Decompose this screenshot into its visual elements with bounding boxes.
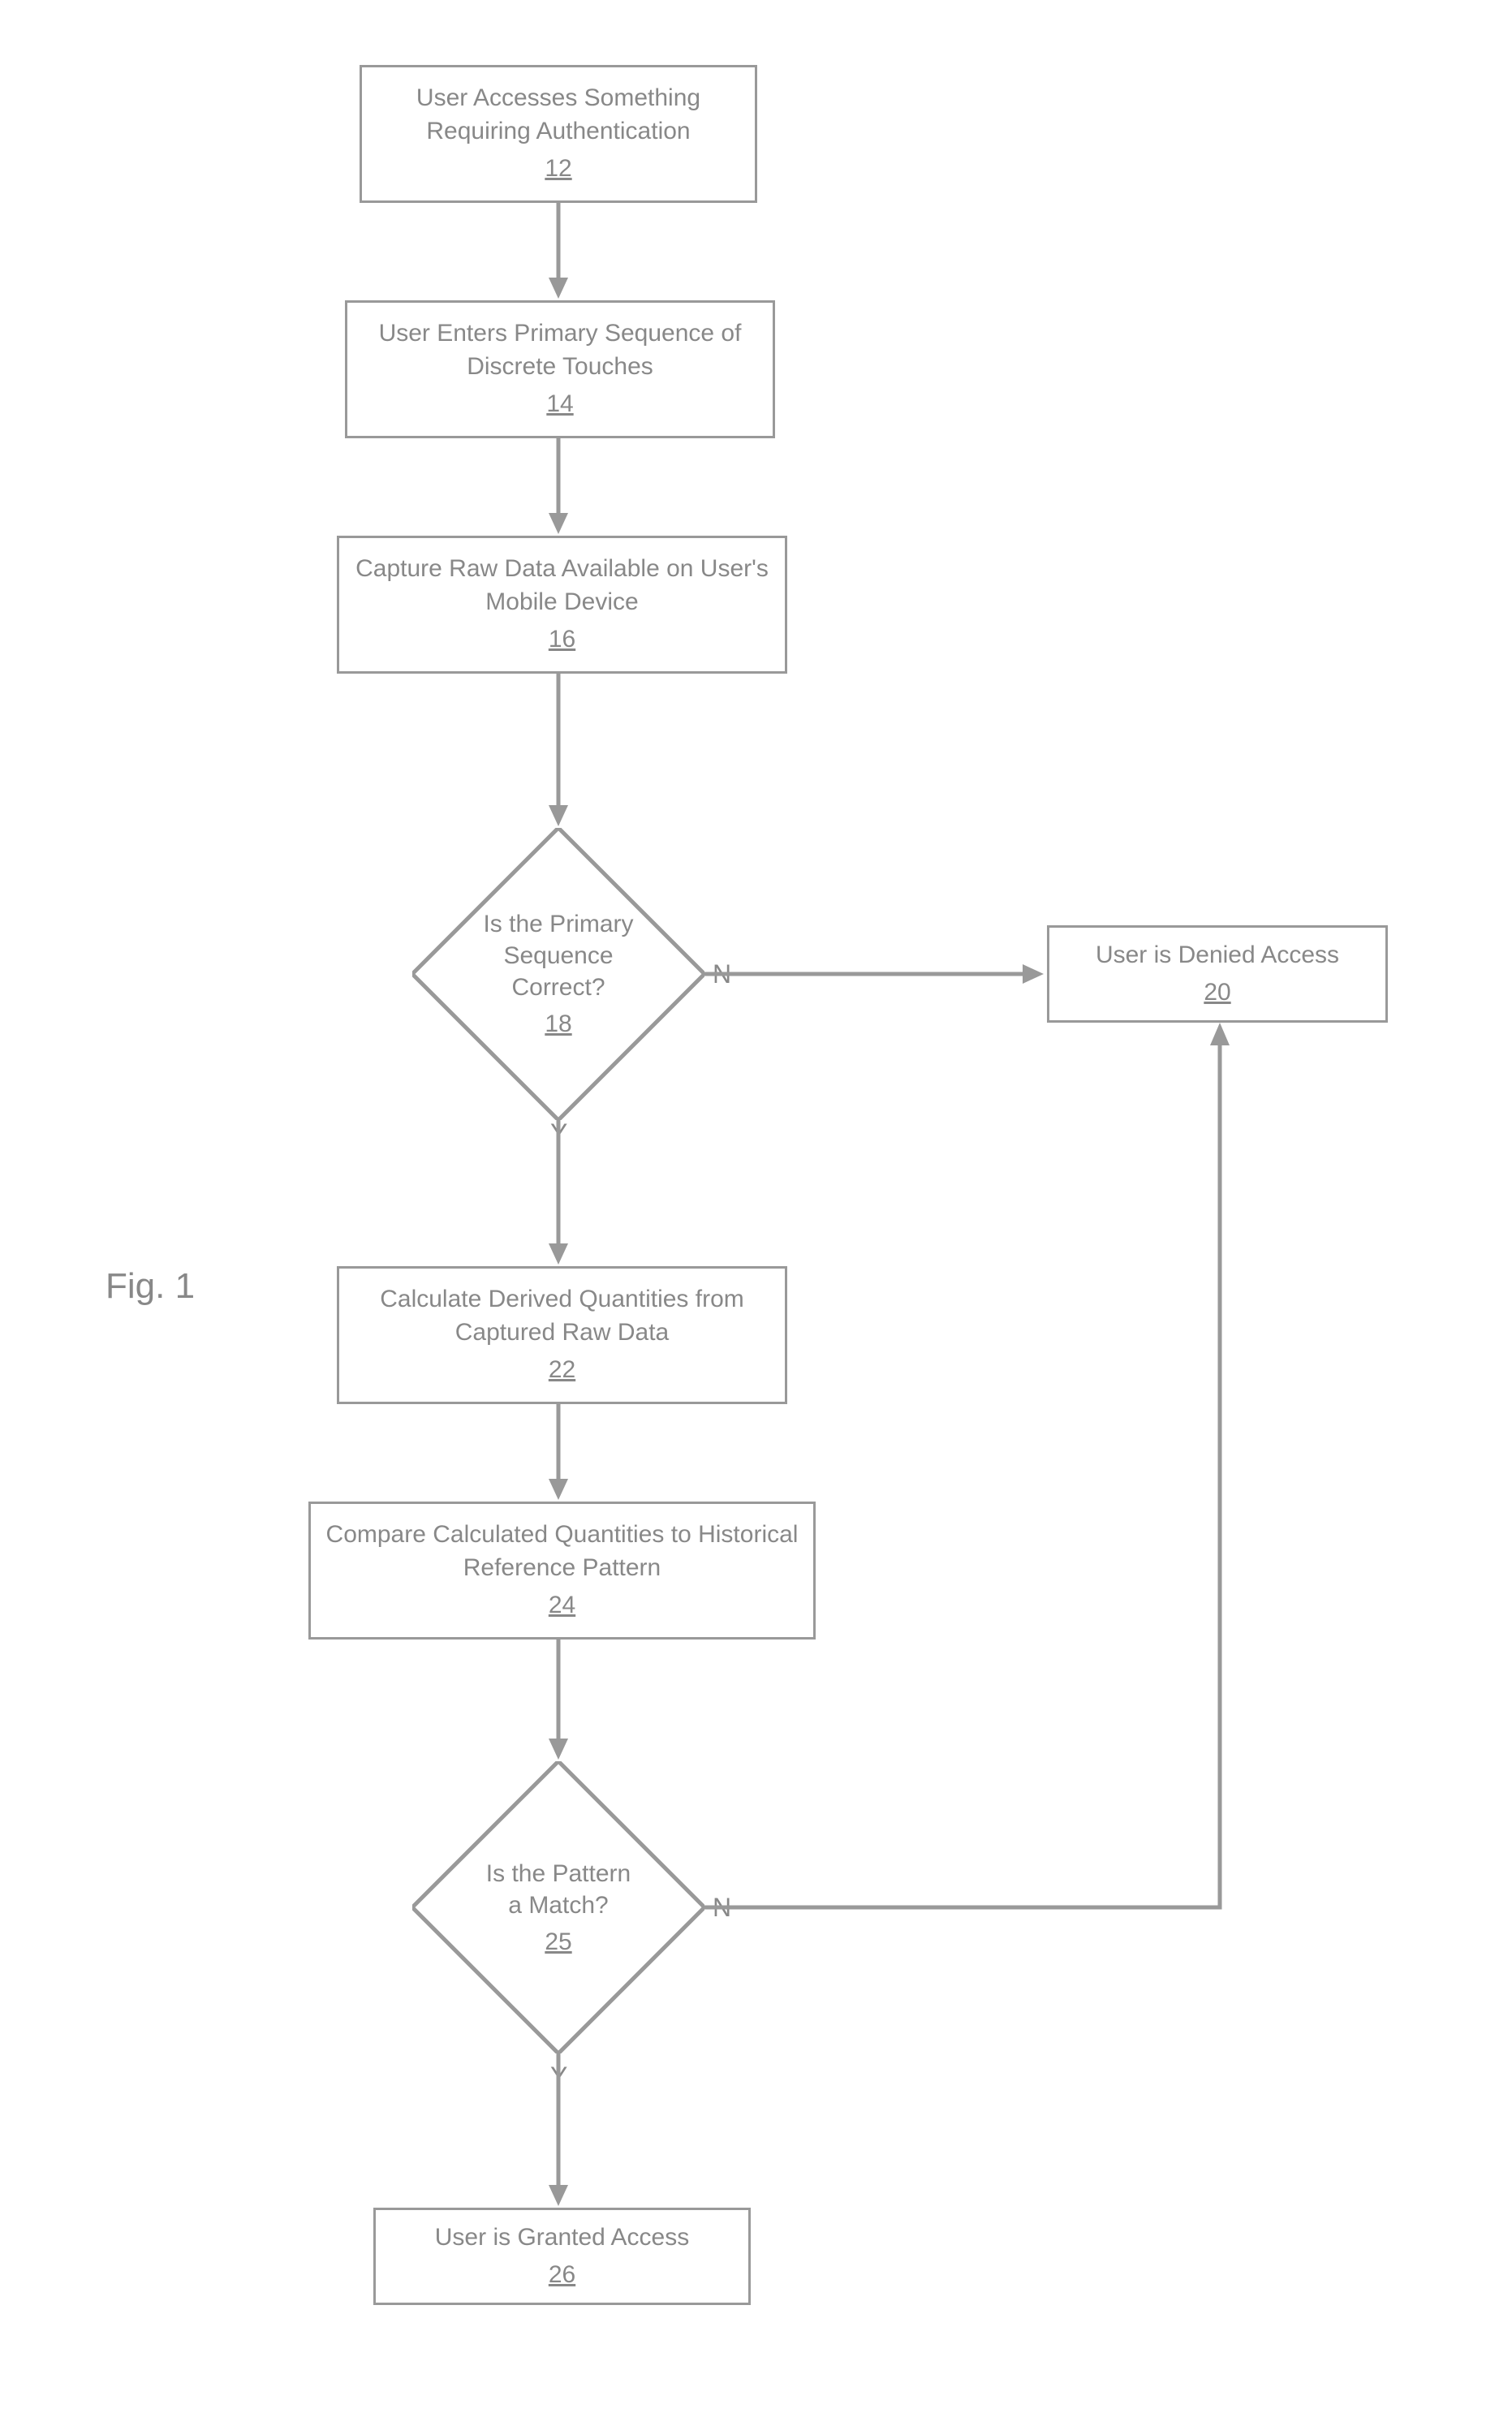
node-22-ref: 22 bbox=[549, 1354, 575, 1387]
node-26: User is Granted Access 26 bbox=[373, 2208, 751, 2305]
node-16: Capture Raw Data Available on User's Mob… bbox=[337, 536, 787, 674]
node-26-ref: 26 bbox=[549, 2259, 575, 2292]
arrow-25-26 bbox=[554, 2053, 571, 2208]
arrow-14-16 bbox=[554, 438, 571, 536]
arrow-12-14 bbox=[554, 203, 571, 300]
node-14: User Enters Primary Sequence of Discrete… bbox=[345, 300, 775, 438]
node-25-ref: 25 bbox=[545, 1926, 571, 1958]
node-12: User Accesses Something Requiring Authen… bbox=[360, 65, 757, 203]
node-12-text: User Accesses Something Requiring Authen… bbox=[372, 82, 745, 148]
node-18-text: Is the Primary Sequence Correct? bbox=[469, 908, 648, 1003]
node-14-text: User Enters Primary Sequence of Discrete… bbox=[357, 317, 763, 383]
node-16-text: Capture Raw Data Available on User's Mob… bbox=[349, 553, 775, 618]
node-16-ref: 16 bbox=[549, 623, 575, 657]
node-26-text: User is Granted Access bbox=[435, 2221, 689, 2255]
arrow-24-25 bbox=[554, 1640, 571, 1761]
node-12-ref: 12 bbox=[545, 153, 571, 186]
arrow-25-20 bbox=[704, 1023, 1240, 1915]
node-25-text: Is the Pattern a Match? bbox=[477, 1858, 640, 1921]
node-20-text: User is Denied Access bbox=[1096, 939, 1339, 972]
node-14-ref: 14 bbox=[546, 388, 573, 421]
node-20: User is Denied Access 20 bbox=[1047, 925, 1388, 1023]
arrow-18-22 bbox=[554, 1120, 571, 1266]
arrow-16-18 bbox=[554, 674, 571, 828]
node-18-ref: 18 bbox=[545, 1008, 571, 1040]
arrow-18-20 bbox=[704, 970, 1045, 986]
arrow-22-24 bbox=[554, 1404, 571, 1502]
node-18: Is the Primary Sequence Correct? 18 bbox=[412, 828, 704, 1120]
node-20-ref: 20 bbox=[1204, 976, 1230, 1010]
node-24-ref: 24 bbox=[549, 1589, 575, 1622]
figure-label: Fig. 1 bbox=[106, 1266, 195, 1307]
node-25: Is the Pattern a Match? 25 bbox=[412, 1761, 704, 2053]
